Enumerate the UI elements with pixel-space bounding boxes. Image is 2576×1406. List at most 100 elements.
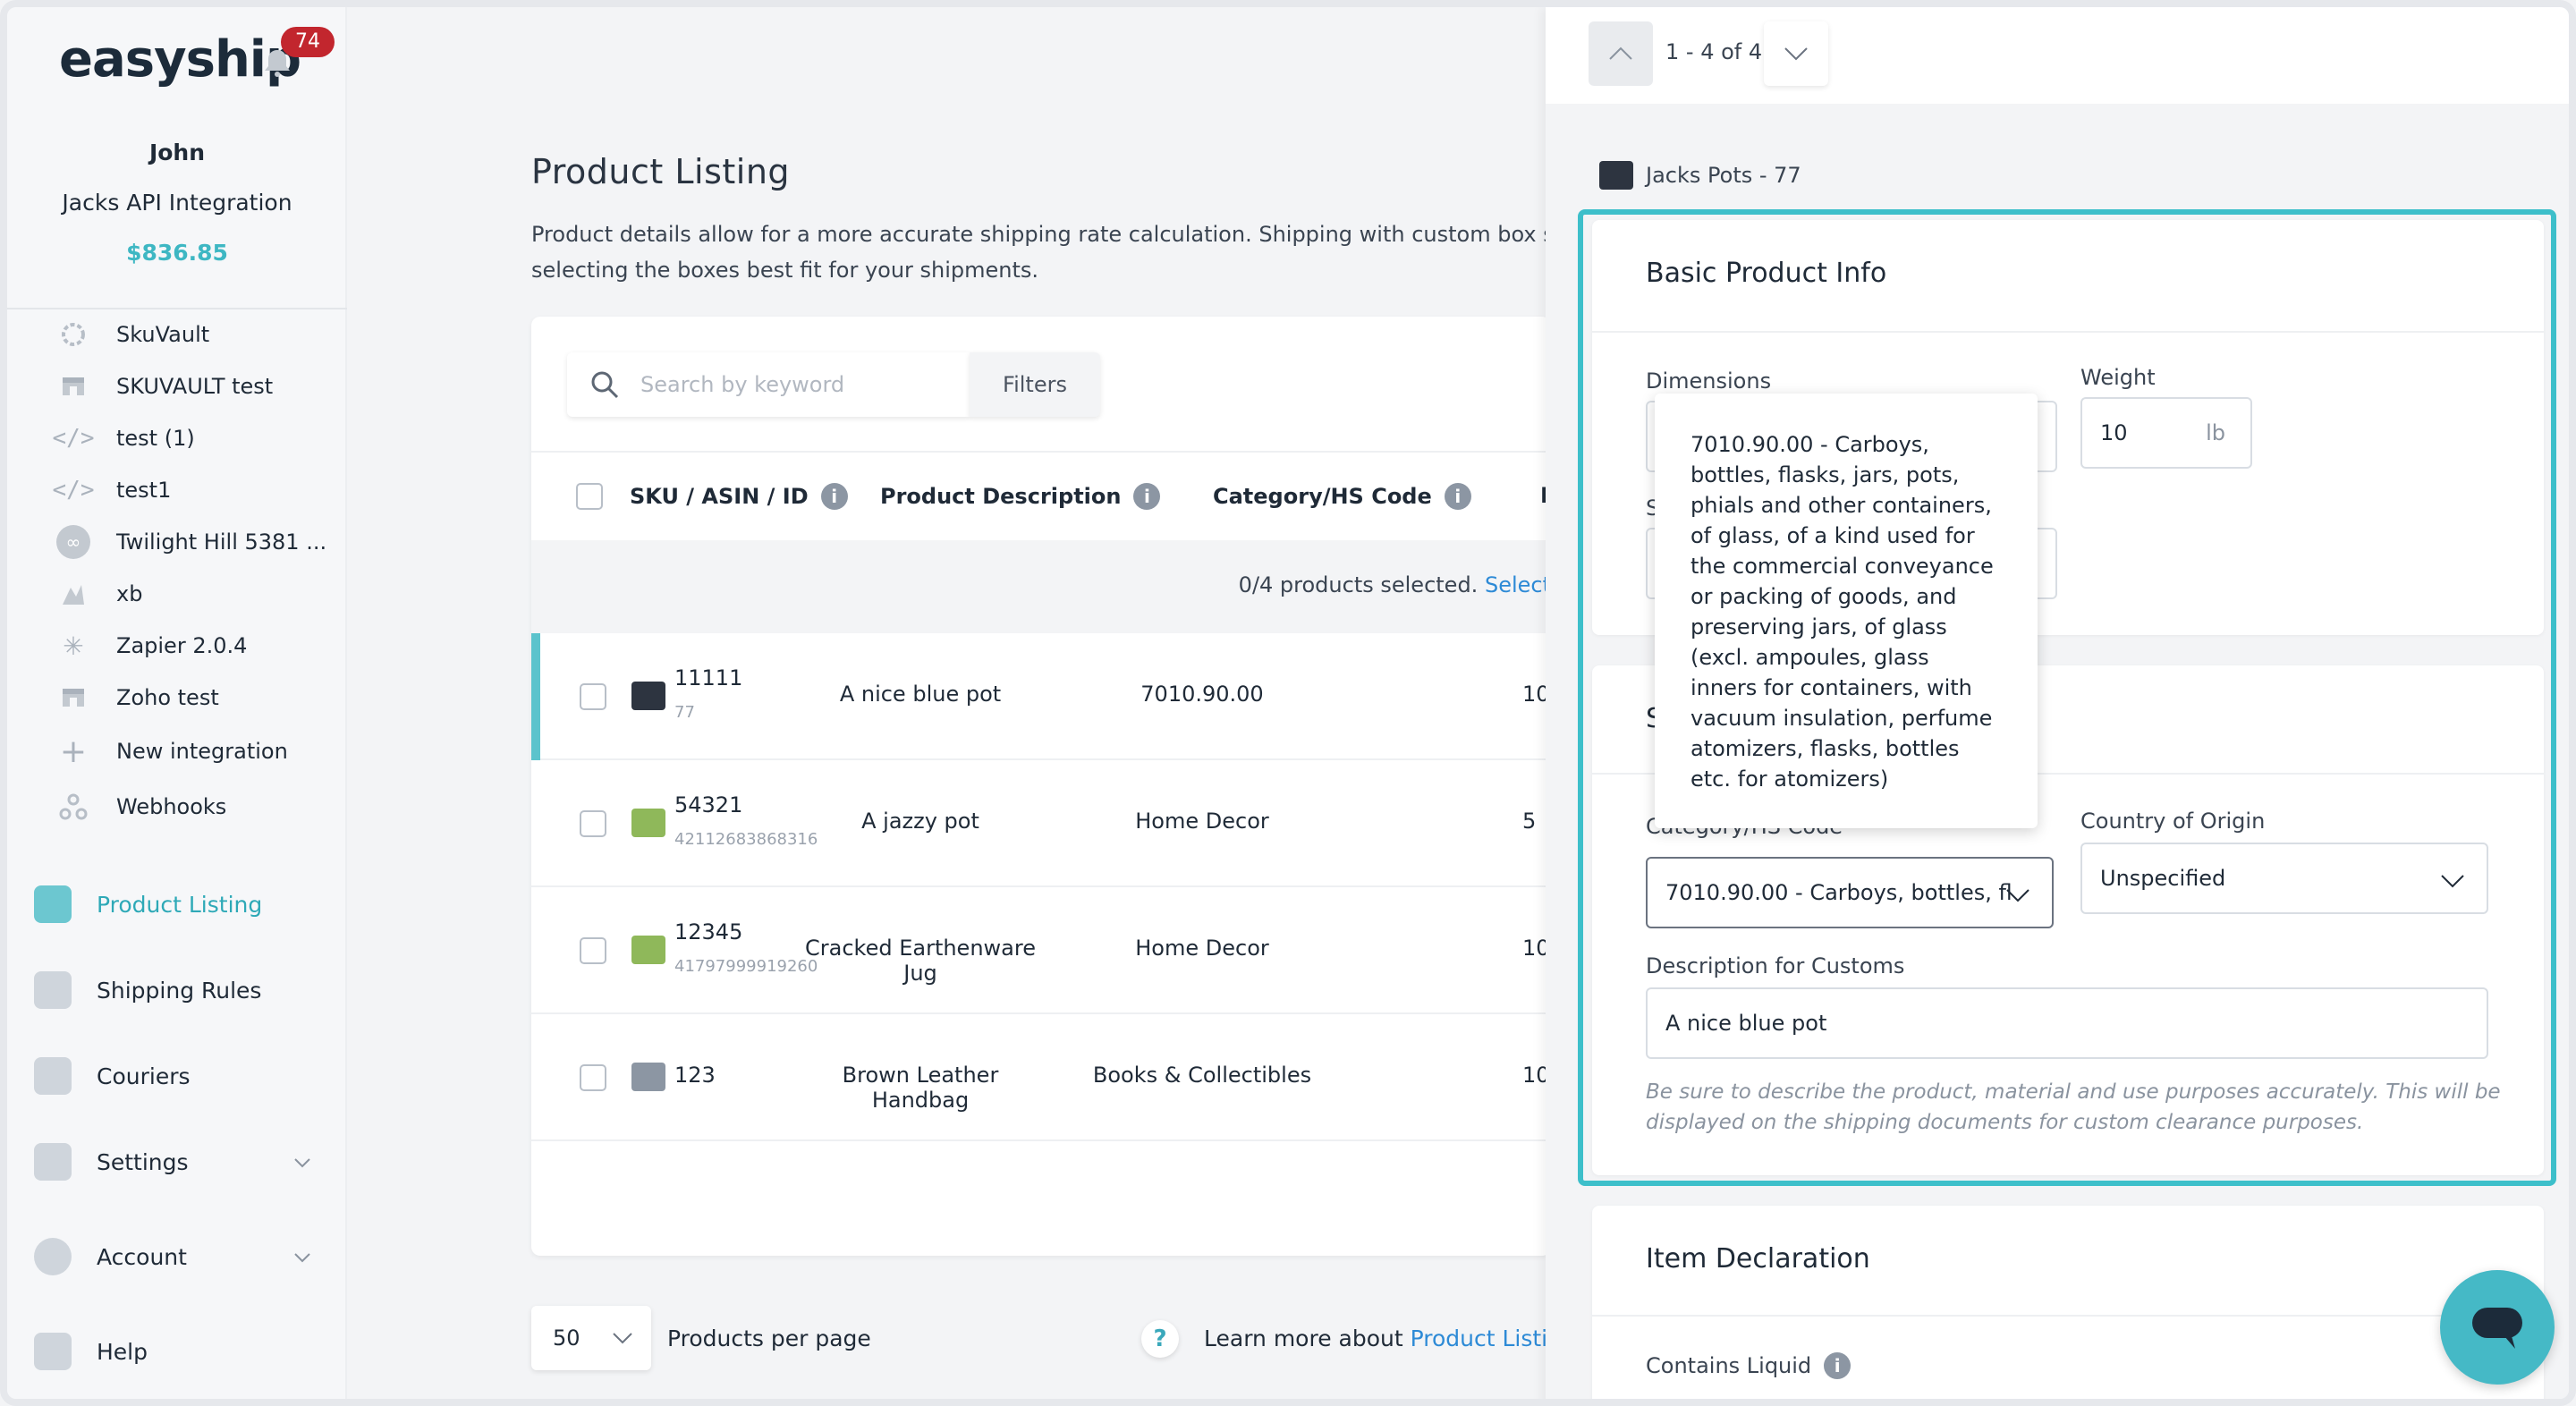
store-label: test1 xyxy=(116,478,172,503)
sidebar-store-skuvault-test[interactable]: SKUVAULT test xyxy=(52,368,273,404)
store-label: xb xyxy=(116,581,143,606)
sidebar-store-zapier[interactable]: ✳ Zapier 2.0.4 xyxy=(52,628,247,664)
per-page-select[interactable]: 50 xyxy=(531,1306,651,1370)
chevron-down-icon[interactable] xyxy=(293,1249,311,1266)
sidebar-store-test1[interactable]: </> test1 xyxy=(52,472,172,508)
product-store: Jacks Pots - 77 xyxy=(1599,161,1801,190)
chat-icon xyxy=(2472,1308,2522,1349)
sidebar-store-test-1[interactable]: </> test (1) xyxy=(52,420,195,456)
learn-more-text: Learn more about xyxy=(1204,1326,1403,1351)
shopify-icon xyxy=(631,809,665,837)
section-title: Item Declaration xyxy=(1646,1243,1870,1275)
storefront-icon xyxy=(631,1063,665,1091)
info-icon[interactable]: i xyxy=(1824,1352,1852,1379)
nav-label: Help xyxy=(97,1338,148,1365)
row-description: Brown Leather Handbag xyxy=(842,1063,999,1113)
sidebar-store-xb[interactable]: xb xyxy=(52,576,142,612)
row-category: Home Decor xyxy=(1135,809,1269,834)
nav-settings[interactable]: Settings xyxy=(34,1139,189,1184)
page-description-line: selecting the boxes best fit for your sh… xyxy=(531,258,1039,283)
select-all-checkbox[interactable] xyxy=(576,483,603,510)
store-label: Webhooks xyxy=(116,794,227,819)
selection-count: 0/4 products selected. xyxy=(1238,572,1479,597)
question-icon[interactable]: ? xyxy=(1141,1320,1179,1358)
app-frame: easyship 74 John Jacks API Integration $… xyxy=(0,0,2576,1406)
nav-account[interactable]: Account xyxy=(34,1234,187,1279)
sidebar-new-integration[interactable]: + New integration xyxy=(52,733,288,770)
row-dimension: 5 xyxy=(1522,809,1537,834)
store-label: Twilight Hill 5381 ... xyxy=(116,529,327,555)
pager-count: 1 - 4 of 4 xyxy=(1665,39,1763,64)
column-sku[interactable]: SKU / ASIN / ID i xyxy=(630,483,848,510)
chart-icon xyxy=(52,578,95,610)
table-row[interactable]: 123 Brown Leather Handbag Books & Collec… xyxy=(531,1014,1551,1141)
column-category[interactable]: Category/HS Code i xyxy=(1213,483,1471,510)
row-checkbox[interactable] xyxy=(580,683,606,710)
svg-text:∞: ∞ xyxy=(66,531,81,553)
nav-couriers[interactable]: Couriers xyxy=(34,1054,191,1098)
sidebar-divider xyxy=(7,308,347,309)
contains-liquid-label: Contains Liquid xyxy=(1646,1353,1812,1378)
webhook-icon xyxy=(52,791,95,823)
code-icon: </> xyxy=(52,477,95,504)
shopify-icon xyxy=(631,936,665,964)
nav-label: Product Listing xyxy=(97,891,263,918)
row-description: A nice blue pot xyxy=(839,682,1002,707)
info-icon[interactable]: i xyxy=(820,483,848,510)
hs-code-tooltip: 7010.90.00 - Carboys, bottles, flasks, j… xyxy=(1655,394,2038,828)
zapier-icon: ✳ xyxy=(63,631,84,661)
selection-status: 0/4 products selected. Select xyxy=(1239,572,1551,597)
info-icon[interactable]: i xyxy=(1133,483,1161,510)
nav-label: Couriers xyxy=(97,1063,191,1089)
help-icon xyxy=(34,1333,72,1370)
row-id: 77 xyxy=(674,703,695,722)
couriers-icon xyxy=(34,1057,72,1095)
gear-store-icon xyxy=(52,318,95,351)
select-all-link[interactable]: Select xyxy=(1485,572,1551,597)
sidebar-webhooks[interactable]: Webhooks xyxy=(52,789,226,825)
store-label: New integration xyxy=(116,739,288,764)
filters-button[interactable]: Filters xyxy=(970,352,1100,417)
panel-pager: 1 - 4 of 4 xyxy=(1546,7,2569,104)
infinity-icon: ∞ xyxy=(52,525,95,559)
row-sku: 12345 xyxy=(674,919,743,944)
store-name: Jacks Pots - 77 xyxy=(1646,163,1801,188)
nav-product-listing[interactable]: Product Listing xyxy=(34,882,262,927)
plus-icon: + xyxy=(59,733,88,770)
per-page-value: 50 xyxy=(553,1326,580,1351)
table-row[interactable]: 54321 42112683868316 A jazzy pot Home De… xyxy=(531,760,1551,887)
nav-help[interactable]: Help xyxy=(34,1329,148,1374)
page-description: Product details allow for a more accurat… xyxy=(531,216,1551,288)
account-icon xyxy=(34,1238,72,1275)
sidebar-store-zoho-test[interactable]: Zoho test xyxy=(52,680,219,716)
search-box[interactable] xyxy=(567,352,970,417)
chevron-down-icon xyxy=(1784,47,1808,61)
chevron-down-icon[interactable] xyxy=(293,1154,311,1172)
previous-product-button[interactable] xyxy=(1589,21,1653,86)
next-product-button[interactable] xyxy=(1764,21,1828,86)
store-label: SKUVAULT test xyxy=(116,374,274,399)
info-icon[interactable]: i xyxy=(1444,483,1471,510)
sidebar-store-twilight-hill[interactable]: ∞ Twilight Hill 5381 ... xyxy=(52,524,326,560)
storefront-icon xyxy=(52,370,95,402)
nav-shipping-rules[interactable]: Shipping Rules xyxy=(34,968,261,1012)
store-label: Zapier 2.0.4 xyxy=(116,633,248,658)
learn-more: Learn more about Product Listing xyxy=(1204,1326,1576,1351)
nav-label: Account xyxy=(97,1243,187,1270)
table-row[interactable]: 12345 41797999919260 Cracked Earthenware… xyxy=(531,887,1551,1014)
product-listing-icon xyxy=(34,885,72,923)
search-icon xyxy=(591,371,619,399)
row-checkbox[interactable] xyxy=(580,937,606,964)
notification-badge[interactable]: 74 xyxy=(281,27,335,57)
chat-button[interactable] xyxy=(2440,1270,2555,1385)
sidebar-store-skuvault[interactable]: SkuVault xyxy=(52,317,209,352)
section-divider xyxy=(1592,1315,2544,1317)
store-label: Zoho test xyxy=(116,685,219,710)
column-label: SKU / ASIN / ID xyxy=(630,484,809,509)
row-checkbox[interactable] xyxy=(580,1064,606,1091)
search-input[interactable] xyxy=(640,372,962,397)
row-checkbox[interactable] xyxy=(580,810,606,837)
table-row[interactable]: 11111 77 A nice blue pot 7010.90.00 10 xyxy=(531,633,1551,760)
per-page-label: Products per page xyxy=(667,1326,871,1351)
column-description[interactable]: Product Description i xyxy=(880,483,1161,510)
